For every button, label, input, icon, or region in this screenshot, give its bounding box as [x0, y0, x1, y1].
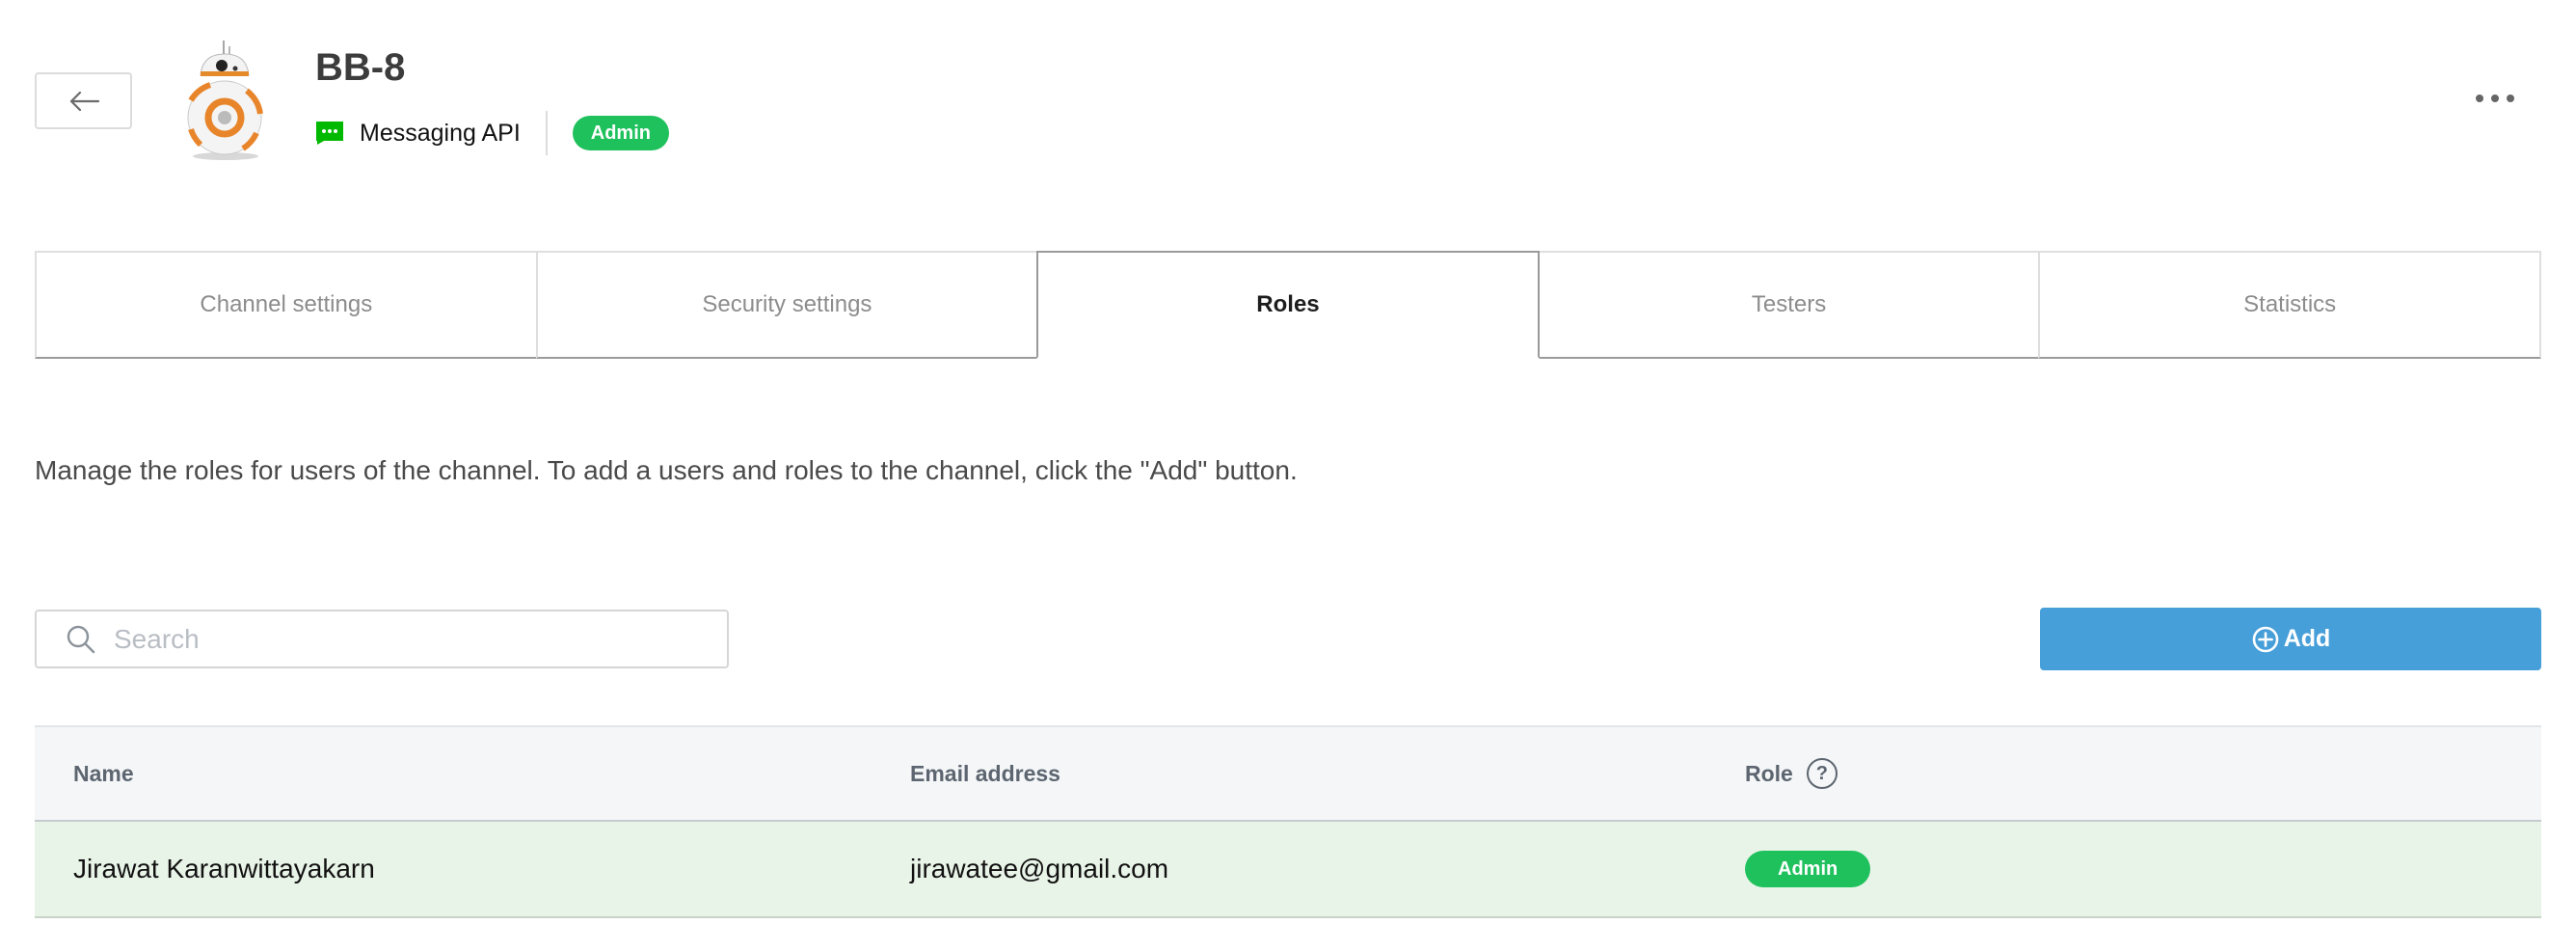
channel-avatar — [187, 41, 263, 160]
back-button[interactable] — [35, 72, 132, 129]
column-header-name[interactable]: Name — [73, 761, 134, 787]
user-name-cell: Jirawat Karanwittayakarn — [73, 854, 375, 883]
meta-divider — [545, 111, 548, 155]
more-options-button[interactable] — [2468, 85, 2522, 112]
settings-tabs: Channel settings Security settings Roles… — [35, 251, 2541, 359]
channel-meta: Messaging API Admin — [315, 108, 669, 158]
column-header-email[interactable]: Email address — [910, 761, 1060, 787]
add-button-label: Add — [2283, 625, 2331, 652]
table-header: Name Email address Role ? — [35, 725, 2541, 822]
more-horizontal-icon-dot — [2476, 95, 2483, 102]
tab-security-settings[interactable]: Security settings — [535, 251, 1039, 359]
channel-type-label: Messaging API — [360, 119, 521, 147]
search-field[interactable] — [35, 610, 729, 668]
status-badge: Admin — [1745, 851, 1871, 887]
search-input[interactable] — [114, 623, 692, 655]
tab-statistics[interactable]: Statistics — [2038, 251, 2541, 359]
user-role-cell: Admin — [1745, 851, 1871, 887]
column-header-role: Role ? — [1745, 758, 1838, 789]
page-description: Manage the roles for users of the channe… — [35, 455, 1298, 485]
column-header-role-label: Role — [1745, 760, 1793, 786]
more-horizontal-icon-dot — [2491, 95, 2499, 102]
tab-roles[interactable]: Roles — [1036, 251, 1540, 359]
search-icon — [67, 625, 95, 653]
role-badge: Admin — [572, 116, 669, 150]
table-row[interactable]: Jirawat Karanwittayakarn jirawatee@gmail… — [35, 822, 2541, 918]
channel-roles-page: BB-8 Messaging API Admin Channel setting… — [0, 0, 2576, 951]
user-email-cell: jirawatee@gmail.com — [910, 854, 1169, 883]
add-button[interactable]: Add — [2040, 608, 2541, 670]
roles-table: Name Email address Role ? Jirawat Karanw… — [35, 725, 2541, 918]
channel-title: BB-8 — [315, 46, 406, 89]
tab-testers[interactable]: Testers — [1537, 251, 2041, 359]
tab-channel-settings[interactable]: Channel settings — [35, 251, 538, 359]
messaging-api-icon — [316, 122, 343, 145]
plus-circle-icon — [2252, 626, 2278, 652]
more-horizontal-icon-dot — [2507, 95, 2514, 102]
help-icon[interactable]: ? — [1806, 758, 1838, 789]
arrow-left-icon — [69, 91, 99, 111]
